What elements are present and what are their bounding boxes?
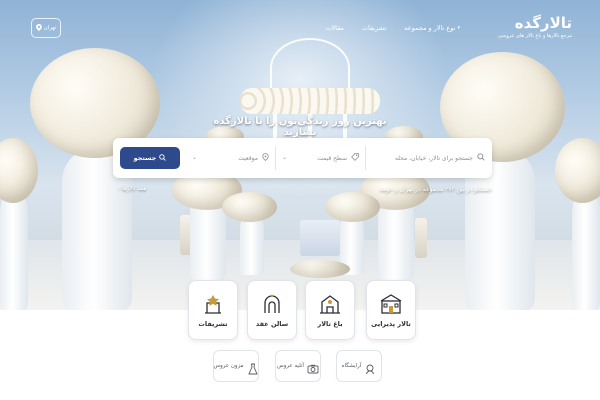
category-label: سالن عقد xyxy=(255,320,289,328)
flower-garland xyxy=(240,88,380,114)
chevron-left-icon: ‹ xyxy=(118,186,121,192)
service-label: آرایشگاه xyxy=(341,363,362,369)
logo-text: تالارگده xyxy=(514,14,572,32)
flower-vase xyxy=(572,190,600,310)
wedding-hall-icon xyxy=(379,292,403,316)
all-venues-link[interactable]: ‹ همه تالارها xyxy=(118,186,146,192)
search-summary-row: جستجو در بین ۳۷۲ مجموعه در تهران و حومه … xyxy=(118,186,492,198)
city-label: تهران xyxy=(43,25,57,31)
search-placeholder: جستجو برای تالار، خیابان، محله xyxy=(394,154,473,162)
category-card-decoration[interactable]: تشریفات xyxy=(188,280,238,340)
site-logo[interactable]: تالارگده مرجع تالارها و باغ تالار های عر… xyxy=(498,14,572,39)
flower-arrangement xyxy=(290,260,350,278)
service-pill-studio[interactable]: آتلیه عروس xyxy=(275,350,321,382)
price-level-label: سطح قیمت xyxy=(317,154,347,162)
location-pin-icon xyxy=(35,23,42,33)
nav-link-label: مقالات xyxy=(325,24,344,32)
category-card-ceremony-hall[interactable]: سالن عقد xyxy=(247,280,297,340)
category-card-garden-hall[interactable]: باغ تالار xyxy=(305,280,355,340)
logo-subtitle: مرجع تالارها و باغ تالار های عروسی xyxy=(497,33,572,39)
service-label: آتلیه عروس xyxy=(277,363,304,369)
chevron-down-icon: ▾ xyxy=(457,25,460,31)
city-selector-button[interactable]: تهران xyxy=(31,18,61,38)
nav-link-label: نوع تالار و مجموعه xyxy=(404,24,456,32)
flower-vase xyxy=(240,215,264,275)
chevron-down-icon: ⌄ xyxy=(192,154,198,161)
service-pill-bridal[interactable]: مزون عروس xyxy=(213,350,259,382)
table xyxy=(300,220,340,256)
search-input[interactable]: جستجو برای تالار، خیابان، محله xyxy=(369,146,485,170)
category-label: تشریفات xyxy=(198,320,228,328)
flower-vase xyxy=(0,190,28,310)
service-label: مزون عروس xyxy=(213,363,244,369)
flower-arrangement xyxy=(0,138,38,203)
camera-icon xyxy=(307,360,319,374)
ceremony-hall-icon xyxy=(260,292,284,316)
category-label: تالار پذیرایی xyxy=(371,320,411,328)
all-venues-label: همه تالارها xyxy=(121,186,147,192)
nav-link-articles[interactable]: مقالات xyxy=(325,24,344,32)
nav-link-services[interactable]: تشریفات xyxy=(362,24,386,32)
location-label: موقعیت xyxy=(238,154,258,162)
search-button-label: جستجو xyxy=(133,154,157,162)
dress-icon xyxy=(247,360,259,375)
search-button[interactable]: جستجو xyxy=(120,147,180,169)
search-bar: جستجو برای تالار، خیابان، محله ⌄ سطح قیم… xyxy=(113,138,492,178)
salon-icon xyxy=(364,360,376,375)
venue-count-text: جستجو در بین ۳۷۲ مجموعه در تهران و حومه xyxy=(379,186,492,193)
garden-hall-icon xyxy=(318,292,342,316)
price-tag-icon xyxy=(351,153,359,163)
top-navigation: تالارگده مرجع تالارها و باغ تالار های عر… xyxy=(0,0,600,48)
search-icon xyxy=(477,153,485,163)
nav-link-label: تشریفات xyxy=(361,24,387,32)
decoration-icon xyxy=(201,292,225,316)
search-icon xyxy=(159,153,167,163)
nav-links: نوع تالار و مجموعه ▾ تشریفات مقالات xyxy=(325,24,460,32)
location-select[interactable]: ⌄ موقعیت xyxy=(188,146,276,170)
service-pill-salon[interactable]: آرایشگاه xyxy=(336,350,382,382)
price-level-select[interactable]: ⌄ سطح قیمت xyxy=(278,146,366,170)
flower-arrangement xyxy=(555,138,600,203)
hero-headline: بهترین روز زندگی‌تون را با تالارگده بساز… xyxy=(213,116,387,138)
chair xyxy=(415,218,427,258)
location-pin-icon xyxy=(262,153,269,163)
chevron-down-icon: ⌄ xyxy=(282,154,288,161)
category-label: باغ تالار xyxy=(317,320,343,328)
nav-link-venue-types[interactable]: نوع تالار و مجموعه ▾ xyxy=(404,24,460,32)
category-card-wedding-hall[interactable]: تالار پذیرایی xyxy=(366,280,416,340)
